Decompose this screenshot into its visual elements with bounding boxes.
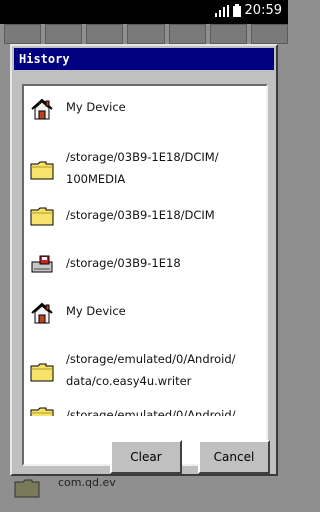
- history-item-line: /storage/emulated/0/Android/: [66, 408, 236, 416]
- toolbar-button: [168, 24, 206, 44]
- status-bar: 20:59: [0, 0, 288, 24]
- toolbar-button: [127, 24, 165, 44]
- history-item[interactable]: /storage/emulated/0/Android/data/co.easy…: [24, 348, 266, 396]
- history-item[interactable]: /storage/03B9-1E18/DCIM: [24, 204, 266, 230]
- clear-button[interactable]: Clear: [110, 440, 182, 474]
- history-item[interactable]: /storage/03B9-1E18: [24, 252, 266, 278]
- toolbar-button: [250, 24, 288, 44]
- folder-icon: [30, 362, 54, 386]
- history-item[interactable]: /storage/03B9-1E18/DCIM/100MEDIA: [24, 146, 266, 194]
- background-toolbar: [0, 24, 288, 46]
- folder-icon: [14, 478, 40, 502]
- background-item-name: com.qd.ev: [58, 476, 116, 489]
- history-item-line: My Device: [66, 100, 126, 114]
- history-item-label: /storage/emulated/0/Android/data/co.easy…: [66, 348, 258, 392]
- history-item-line: My Device: [66, 304, 126, 318]
- toolbar-button: [86, 24, 124, 44]
- history-item-line: /storage/03B9-1E18: [66, 256, 181, 270]
- folder-icon: [30, 160, 54, 184]
- toolbar-button: [4, 24, 42, 44]
- history-item[interactable]: My Device: [24, 300, 266, 326]
- battery-icon: [232, 4, 241, 17]
- history-item-label: My Device: [66, 96, 258, 118]
- history-item-line: /storage/emulated/0/Android/: [66, 352, 236, 366]
- history-item-label: My Device: [66, 300, 258, 322]
- history-item-line: /storage/03B9-1E18/DCIM/: [66, 150, 219, 164]
- home-icon: [30, 98, 54, 124]
- clock: 20:59: [244, 3, 282, 18]
- background-list-item: com.qd.ev: [0, 470, 288, 512]
- history-dialog: History My Device/storage/03B9-1E18/DCIM…: [10, 44, 278, 476]
- signal-icon: [214, 4, 229, 17]
- dialog-title: History: [14, 48, 274, 70]
- sd-card-icon: [30, 254, 54, 278]
- history-item-line: data/co.easy4u.writer: [66, 374, 192, 388]
- history-item[interactable]: /storage/emulated/0/Android/: [24, 404, 266, 416]
- history-item-line: 100MEDIA: [66, 172, 126, 186]
- cancel-button[interactable]: Cancel: [198, 440, 270, 474]
- history-item-label: /storage/emulated/0/Android/: [66, 404, 258, 416]
- history-list[interactable]: My Device/storage/03B9-1E18/DCIM/100MEDI…: [22, 84, 268, 466]
- history-item-label: /storage/03B9-1E18/DCIM/100MEDIA: [66, 146, 258, 190]
- toolbar-button: [45, 24, 83, 44]
- history-item-label: /storage/03B9-1E18: [66, 252, 258, 274]
- folder-icon: [30, 206, 54, 230]
- folder-icon: [30, 406, 54, 416]
- toolbar-button: [209, 24, 247, 44]
- history-item[interactable]: My Device: [24, 96, 266, 122]
- history-item-label: /storage/03B9-1E18/DCIM: [66, 204, 258, 226]
- home-icon: [30, 302, 54, 328]
- history-item-line: /storage/03B9-1E18/DCIM: [66, 208, 215, 222]
